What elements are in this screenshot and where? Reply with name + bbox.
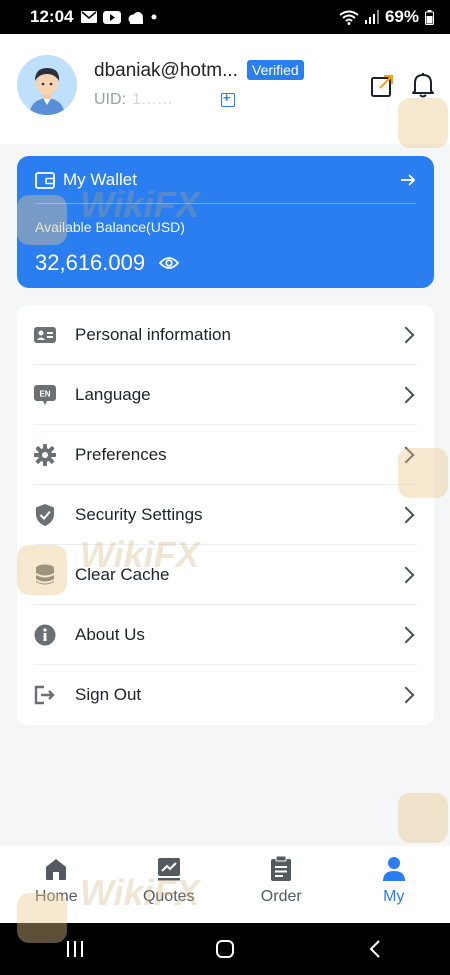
chevron-right-icon <box>397 686 415 704</box>
user-email: dbaniak@hotm... <box>94 60 238 81</box>
arrow-right-icon[interactable] <box>400 173 416 187</box>
cloud-icon <box>128 11 144 24</box>
nav-order[interactable]: Order <box>225 846 338 923</box>
home-icon <box>43 856 69 882</box>
user-icon <box>381 856 407 882</box>
wallet-header: My Wallet <box>35 170 137 190</box>
chevron-right-icon <box>397 446 415 464</box>
status-time: 12:04 <box>30 7 74 26</box>
menu-item-label: Security Settings <box>75 505 203 524</box>
menu-item-security-settings[interactable]: Security Settings <box>17 485 434 545</box>
id-card-icon <box>34 324 56 346</box>
uid-label: UID: <box>94 91 126 108</box>
share-icon[interactable] <box>370 74 394 98</box>
settings-menu: Personal information EN Language Prefere… <box>17 305 434 725</box>
battery-percent: 69% <box>384 7 419 26</box>
menu-item-preferences[interactable]: Preferences <box>17 425 434 485</box>
language-badge-text: EN <box>39 390 50 399</box>
home-circle-icon <box>216 940 234 958</box>
copy-icon[interactable] <box>220 90 235 107</box>
profile-header: dbaniak@hotm... Verified UID: 1…… <box>0 34 450 144</box>
home-system-button[interactable] <box>205 934 245 964</box>
wallet-title: My Wallet <box>63 170 137 189</box>
balance-label: Available Balance(USD) <box>35 219 185 235</box>
recent-apps-icon <box>67 941 83 957</box>
shield-icon <box>34 504 56 526</box>
gear-icon <box>34 444 56 466</box>
wallet-card[interactable]: My Wallet Available Balance(USD) 32,616.… <box>17 156 434 288</box>
status-right: 69% <box>339 7 434 27</box>
chevron-right-icon <box>397 566 415 584</box>
nav-quotes[interactable]: Quotes <box>113 846 226 923</box>
chevron-right-icon <box>397 386 415 404</box>
language-icon: EN <box>34 384 56 406</box>
info-icon <box>34 624 56 646</box>
sign-out-icon <box>34 684 56 706</box>
nav-my-label: My <box>383 888 405 905</box>
wallet-icon <box>35 172 55 189</box>
menu-item-clear-cache[interactable]: Clear Cache <box>17 545 434 605</box>
mail-icon <box>81 11 98 23</box>
recent-apps-button[interactable] <box>55 934 95 964</box>
chart-icon <box>156 856 182 882</box>
menu-item-label: Sign Out <box>75 685 142 704</box>
youtube-icon <box>103 10 122 24</box>
menu-item-label: Personal information <box>75 325 231 344</box>
verified-badge: Verified <box>247 60 304 80</box>
dot-icon <box>151 14 157 20</box>
back-button[interactable] <box>355 934 395 964</box>
user-uid: UID: 1…… <box>94 90 235 109</box>
chevron-right-icon <box>397 326 415 344</box>
nav-quotes-label: Quotes <box>142 888 195 905</box>
system-nav-bar <box>0 923 450 975</box>
signal-icon <box>364 10 379 24</box>
menu-item-language[interactable]: EN Language <box>17 365 434 425</box>
chevron-right-icon <box>397 626 415 644</box>
menu-item-label: Preferences <box>75 445 167 464</box>
database-icon <box>34 564 56 586</box>
balance-value: 32,616.009 <box>35 250 146 275</box>
balance-row: 32,616.009 <box>35 250 180 276</box>
bell-icon[interactable] <box>411 72 435 98</box>
menu-item-sign-out[interactable]: Sign Out <box>17 665 434 725</box>
nav-my[interactable]: My <box>338 846 450 923</box>
back-icon <box>369 940 380 958</box>
eye-icon[interactable] <box>159 256 180 270</box>
wifi-icon <box>339 10 359 25</box>
bottom-nav: Home Quotes Order My <box>0 846 450 923</box>
battery-icon <box>425 9 434 25</box>
menu-item-label: About Us <box>75 625 145 644</box>
menu-item-personal-information[interactable]: Personal information <box>17 305 434 365</box>
menu-item-label: Language <box>75 385 151 404</box>
watermark-logo <box>398 793 448 843</box>
wallet-divider <box>35 203 416 204</box>
status-bar: 12:04 69% <box>0 0 450 34</box>
uid-value: 1…… <box>132 91 173 108</box>
notification-icons <box>81 10 157 24</box>
chevron-right-icon <box>397 506 415 524</box>
avatar-image <box>17 55 77 115</box>
nav-home[interactable]: Home <box>0 846 113 923</box>
nav-order-label: Order <box>260 888 302 905</box>
menu-item-label: Clear Cache <box>75 565 170 584</box>
clipboard-icon <box>268 856 294 882</box>
avatar[interactable] <box>17 55 77 115</box>
nav-home-label: Home <box>34 888 78 905</box>
menu-item-about-us[interactable]: About Us <box>17 605 434 665</box>
